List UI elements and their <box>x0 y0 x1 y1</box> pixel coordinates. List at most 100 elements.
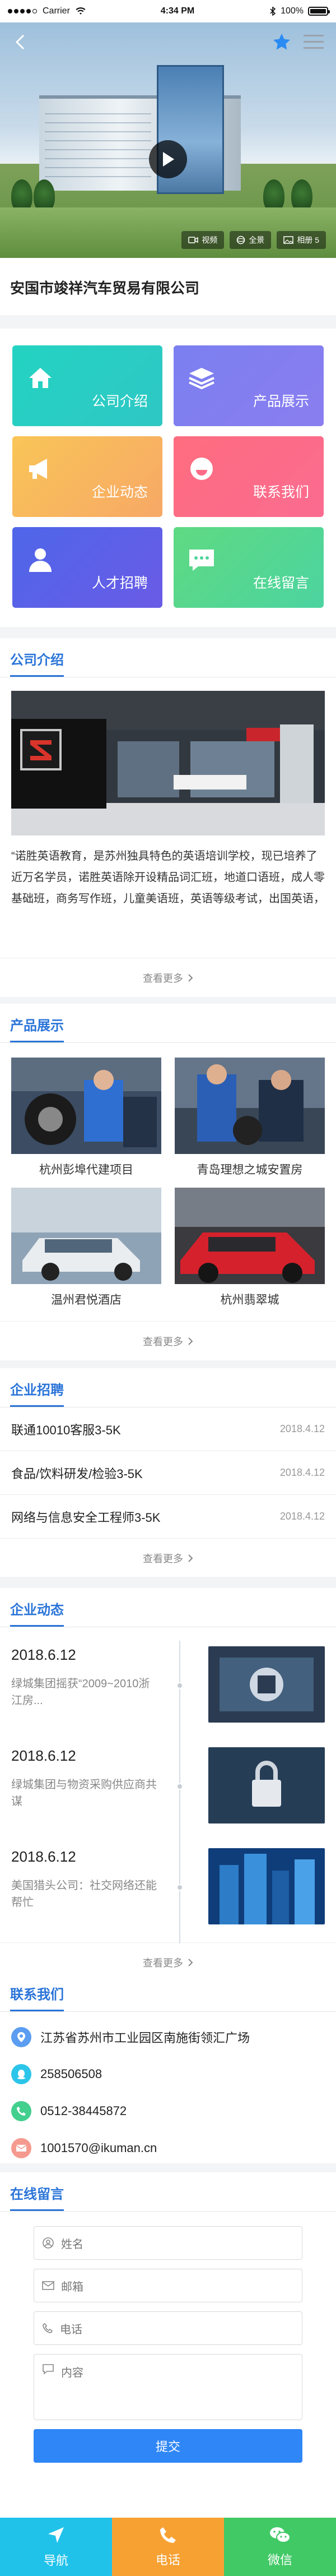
tab-panorama[interactable]: 全景 <box>230 231 272 249</box>
job-row[interactable]: 食品/饮料研发/检验3-5K 2018.4.12 <box>0 1451 336 1495</box>
section-title: 企业招聘 <box>10 1379 64 1407</box>
contact-address[interactable]: 江苏省苏州市工业园区南施街领汇广场 <box>0 2019 336 2056</box>
jobs-section: 企业招聘 联通10010客服3-5K 2018.4.12 食品/饮料研发/检验3… <box>0 1368 336 1577</box>
product-caption: 杭州翡翠城 <box>220 1294 279 1307</box>
chevron-right-icon <box>188 1554 193 1562</box>
star-icon[interactable] <box>271 32 292 52</box>
album-icon <box>283 236 294 244</box>
news-desc: 美国猎头公司：社交网络还能帮忙 <box>11 1880 157 1909</box>
email-field[interactable]: 邮箱 <box>34 2269 302 2302</box>
quick-item-contact[interactable]: 联系我们 <box>174 436 324 517</box>
news-image <box>208 1848 325 1924</box>
contact-text: 0512-38445872 <box>40 2104 127 2118</box>
panorama-icon <box>237 236 245 244</box>
user-icon <box>43 2237 54 2249</box>
tab-label: 相册 5 <box>297 236 319 244</box>
contact-phone[interactable]: 0512-38445872 <box>0 2093 336 2130</box>
product-card[interactable]: 青岛理想之城安置房 <box>175 1058 325 1184</box>
intro-more-link[interactable]: 查看更多 <box>0 958 336 997</box>
job-title: 联通10010客服3-5K <box>11 1423 121 1437</box>
news-desc: 绿城集团摇获“2009~2010浙江房... <box>11 1678 150 1707</box>
quick-item-label: 公司介绍 <box>91 394 148 409</box>
products-more-link[interactable]: 查看更多 <box>0 1321 336 1360</box>
mail-icon <box>11 2138 31 2158</box>
quick-item-label: 人才招聘 <box>91 575 148 591</box>
play-icon <box>163 152 174 167</box>
quick-item-news[interactable]: 企业动态 <box>12 436 162 517</box>
quick-item-intro[interactable]: 公司介绍 <box>12 345 162 426</box>
news-item[interactable]: 2018.6.12 美国猎头公司：社交网络还能帮忙 <box>11 1843 325 1943</box>
product-card[interactable]: 杭州彭埠代建项目 <box>11 1058 161 1184</box>
email-placeholder: 邮箱 <box>61 2280 83 2293</box>
phone-field[interactable]: 电话 <box>34 2311 302 2345</box>
intro-text: “诺胜英语教育，是苏州独具特色的英语培训学校，现已培养了近万名学员，诺胜英语除开… <box>11 850 325 905</box>
name-field[interactable]: 姓名 <box>34 2226 302 2260</box>
contact-qq[interactable]: 258506508 <box>0 2056 336 2093</box>
product-card[interactable]: 温州君悦酒店 <box>11 1188 161 1314</box>
navigation-icon <box>48 2527 64 2543</box>
tab-video[interactable]: 视频 <box>181 231 225 249</box>
comment-icon <box>43 2364 54 2375</box>
phone-icon <box>160 2527 176 2543</box>
intro-section: 公司介绍 “诺胜英语教育，是苏州独具特色的英语培训学校，现已培养了近万名学员，诺… <box>0 638 336 997</box>
qq-icon <box>11 2064 31 2084</box>
contact-text: 258506508 <box>40 2067 102 2081</box>
bluetooth-icon <box>270 7 276 16</box>
jobs-more-link[interactable]: 查看更多 <box>0 1539 336 1578</box>
job-row[interactable]: 网络与信息安全工程师3-5K 2018.4.12 <box>0 1495 336 1539</box>
submit-button[interactable]: 提交 <box>34 2429 302 2463</box>
news-date: 2018.6.12 <box>11 1848 76 1865</box>
product-image <box>11 1188 161 1284</box>
contact-text: 1001570@ikuman.cn <box>40 2141 157 2155</box>
chevron-right-icon <box>188 1958 193 1966</box>
intro-image[interactable] <box>11 691 325 835</box>
job-title: 食品/饮料研发/检验3-5K <box>11 1466 143 1481</box>
news-desc: 绿城集团与物资采购供应商共谋 <box>11 1779 157 1808</box>
quick-item-jobs[interactable]: 人才招聘 <box>12 527 162 608</box>
wechat-icon <box>270 2527 291 2543</box>
top-nav-actions <box>271 32 325 52</box>
quick-item-products[interactable]: 产品展示 <box>174 345 324 426</box>
bottom-nav: 导航 电话 微信 <box>0 2518 336 2576</box>
news-item[interactable]: 2018.6.12 绿城集团摇获“2009~2010浙江房... <box>11 1641 325 1742</box>
building-shape <box>39 65 241 194</box>
location-icon <box>11 2027 31 2047</box>
nav-navigation[interactable]: 导航 <box>0 2518 112 2576</box>
content-field[interactable]: 内容 <box>34 2354 302 2420</box>
menu-icon[interactable] <box>302 33 325 52</box>
nav-label: 导航 <box>43 2554 68 2568</box>
phone-placeholder: 电话 <box>60 2323 82 2336</box>
news-image <box>208 1747 325 1823</box>
signal-icon <box>8 9 37 13</box>
news-section: 企业动态 2018.6.12 绿城集团摇获“2009~2010浙江房... 20… <box>0 1588 336 1982</box>
product-card[interactable]: 杭州翡翠城 <box>175 1188 325 1314</box>
contact-text: 江苏省苏州市工业园区南施街领汇广场 <box>40 2031 250 2045</box>
tab-label: 视频 <box>202 236 218 244</box>
news-image <box>208 1646 325 1723</box>
hero-banner[interactable]: 视频 全景 相册 5 <box>0 22 336 258</box>
home-icon <box>29 368 52 388</box>
job-row[interactable]: 联通10010客服3-5K 2018.4.12 <box>0 1407 336 1451</box>
play-button[interactable] <box>149 140 187 178</box>
news-list: 2018.6.12 绿城集团摇获“2009~2010浙江房... 2018.6.… <box>11 1641 325 1943</box>
quick-item-message[interactable]: 在线留言 <box>174 527 324 608</box>
nav-label: 微信 <box>267 2553 292 2567</box>
news-item[interactable]: 2018.6.12 绿城集团与物资采购供应商共谋 <box>11 1742 325 1843</box>
status-left: Carrier <box>8 6 86 16</box>
job-date: 2018.4.12 <box>279 1511 325 1522</box>
quick-menu: 公司介绍 产品展示 企业动态 联系我们 人才招聘 在线留言 <box>0 329 336 627</box>
tab-album[interactable]: 相册 5 <box>277 231 326 249</box>
mail-icon <box>42 2281 54 2290</box>
products-section: 产品展示 杭州彭埠代建项目 青岛理想之城安置房 温州君悦酒店 杭州翡翠城 查看更… <box>0 1004 336 1360</box>
back-icon[interactable] <box>11 33 30 52</box>
quick-item-label: 企业动态 <box>91 484 148 500</box>
contact-section: 联系我们 江苏省苏州市工业园区南施街领汇广场 258506508 0512-38… <box>0 1973 336 2163</box>
nav-phone[interactable]: 电话 <box>112 2518 224 2576</box>
product-caption: 温州君悦酒店 <box>51 1294 122 1307</box>
chevron-right-icon <box>188 1337 193 1345</box>
more-label: 查看更多 <box>143 1336 183 1347</box>
page: Carrier 4:34 PM 100% 视频 全景 相册 5 安国市竣祥汽车贸… <box>0 0 336 2576</box>
product-caption: 杭州彭埠代建项目 <box>39 1164 133 1176</box>
nav-wechat[interactable]: 微信 <box>224 2518 336 2576</box>
contact-email[interactable]: 1001570@ikuman.cn <box>0 2130 336 2167</box>
